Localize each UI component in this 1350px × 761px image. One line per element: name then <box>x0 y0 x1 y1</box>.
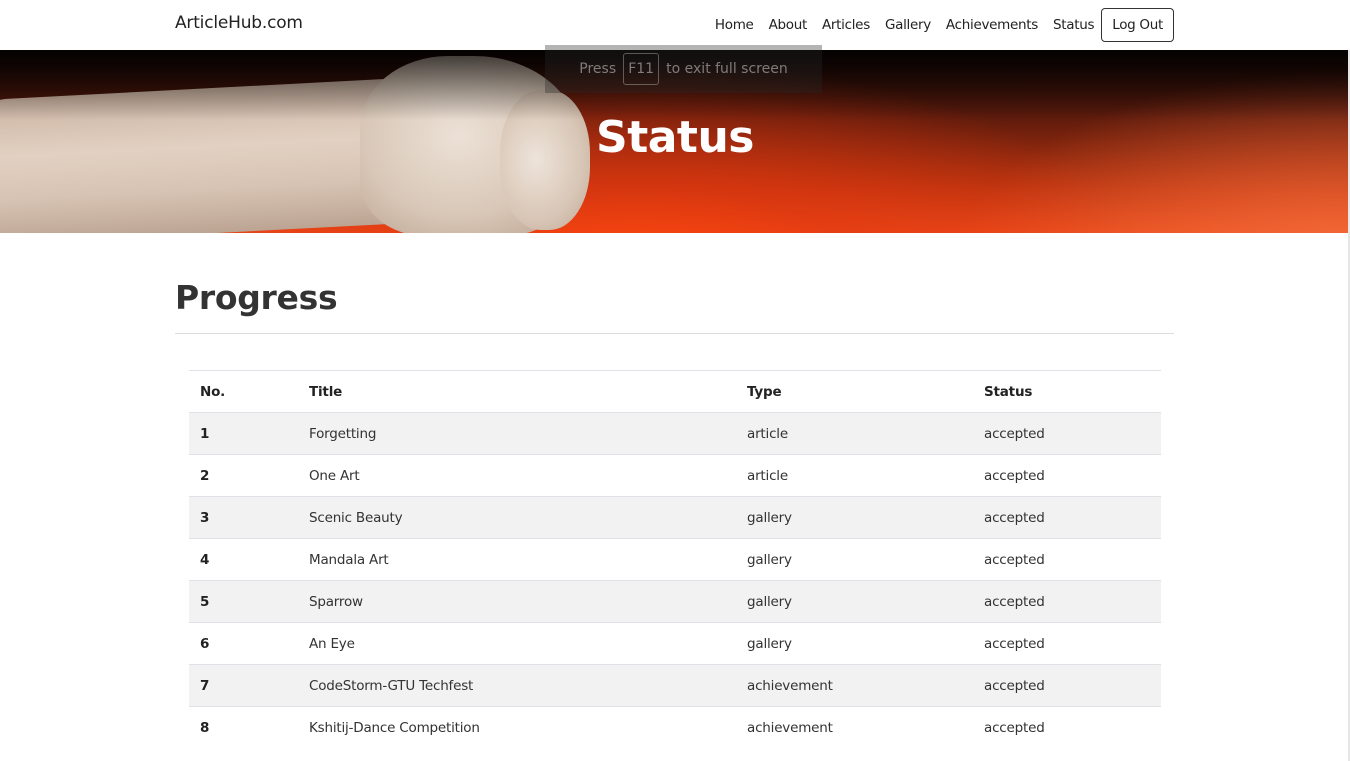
brand-link[interactable]: ArticleHub.com <box>175 13 303 33</box>
table-row: 3 Scenic Beauty gallery accepted <box>189 496 1161 539</box>
cell-title: Sparrow <box>298 580 736 623</box>
cell-type: gallery <box>736 622 973 665</box>
cell-title: Kshitij-Dance Competition <box>298 706 736 749</box>
cell-type: gallery <box>736 580 973 623</box>
nav-status[interactable]: Status <box>1053 17 1095 33</box>
navbar: ArticleHub.com Home About Articles Galle… <box>0 0 1350 50</box>
cell-title: An Eye <box>298 622 736 665</box>
cell-no: 8 <box>189 706 298 749</box>
cell-title: Mandala Art <box>298 538 736 581</box>
cell-title: One Art <box>298 454 736 497</box>
cell-status: accepted <box>973 496 1161 539</box>
logout-button[interactable]: Log Out <box>1101 8 1174 42</box>
cell-title: CodeStorm-GTU Techfest <box>298 664 736 707</box>
table-row: 5 Sparrow gallery accepted <box>189 580 1161 623</box>
cell-no: 1 <box>189 412 298 455</box>
nav-gallery[interactable]: Gallery <box>885 17 931 33</box>
table-row: 8 Kshitij-Dance Competition achievement … <box>189 706 1161 749</box>
status-table: No. Title Type Status 1 Forgetting artic… <box>189 370 1161 749</box>
cell-type: achievement <box>736 664 973 707</box>
column-header-type: Type <box>736 370 973 413</box>
nav-links: Home About Articles Gallery Achievements… <box>715 8 1174 42</box>
heading-divider <box>175 333 1174 334</box>
nav-about[interactable]: About <box>769 17 808 33</box>
cell-status: accepted <box>973 580 1161 623</box>
fullscreen-hint-key: F11 <box>623 53 660 85</box>
column-header-title: Title <box>298 370 736 413</box>
table-row: 4 Mandala Art gallery accepted <box>189 538 1161 581</box>
cell-no: 2 <box>189 454 298 497</box>
cell-no: 5 <box>189 580 298 623</box>
nav-home[interactable]: Home <box>715 17 754 33</box>
cell-status: accepted <box>973 454 1161 497</box>
table-row: 1 Forgetting article accepted <box>189 412 1161 455</box>
table-row: 2 One Art article accepted <box>189 454 1161 497</box>
nav-achievements[interactable]: Achievements <box>946 17 1038 33</box>
cell-type: article <box>736 454 973 497</box>
cell-no: 7 <box>189 664 298 707</box>
status-table-wrapper: No. Title Type Status 1 Forgetting artic… <box>189 370 1161 749</box>
cell-type: article <box>736 412 973 455</box>
cell-type: achievement <box>736 706 973 749</box>
fullscreen-hint-suffix: to exit full screen <box>666 61 788 77</box>
cell-title: Forgetting <box>298 412 736 455</box>
table-header-row: No. Title Type Status <box>189 370 1161 413</box>
table-row: 7 CodeStorm-GTU Techfest achievement acc… <box>189 664 1161 707</box>
cell-type: gallery <box>736 496 973 539</box>
cell-status: accepted <box>973 664 1161 707</box>
cell-title: Scenic Beauty <box>298 496 736 539</box>
page-heading: Progress <box>175 278 338 317</box>
fullscreen-hint: Press F11 to exit full screen <box>545 45 822 93</box>
column-header-no: No. <box>189 370 298 413</box>
cell-type: gallery <box>736 538 973 581</box>
cell-no: 3 <box>189 496 298 539</box>
fullscreen-hint-prefix: Press <box>579 61 617 77</box>
cell-status: accepted <box>973 622 1161 665</box>
cell-status: accepted <box>973 538 1161 581</box>
cell-no: 4 <box>189 538 298 581</box>
cell-status: accepted <box>973 412 1161 455</box>
nav-articles[interactable]: Articles <box>822 17 870 33</box>
cell-no: 6 <box>189 622 298 665</box>
column-header-status: Status <box>973 370 1161 413</box>
cell-status: accepted <box>973 706 1161 749</box>
table-row: 6 An Eye gallery accepted <box>189 622 1161 665</box>
hero-title: Status <box>596 112 754 163</box>
